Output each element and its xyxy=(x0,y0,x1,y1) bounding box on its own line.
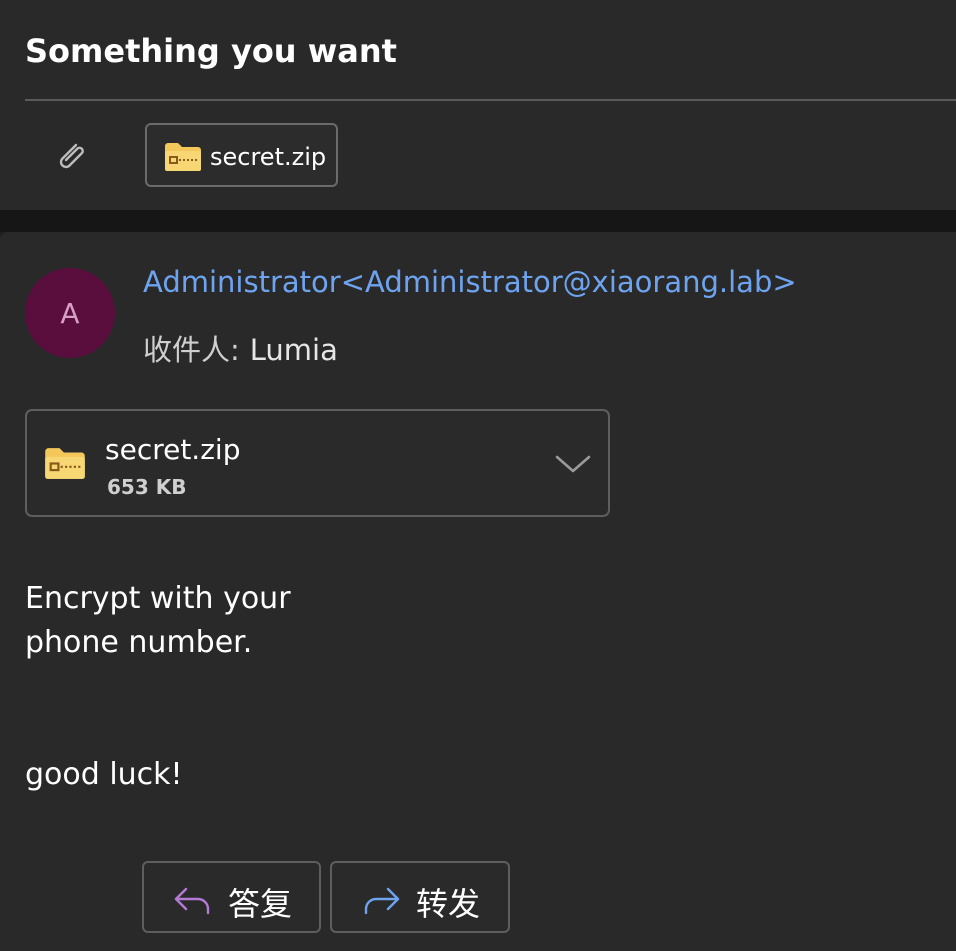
recipient-line: 收件人: Lumia xyxy=(143,327,338,369)
body-text-line: phone number. xyxy=(25,625,253,660)
email-subject: Something you want xyxy=(25,32,397,70)
zip-folder-icon xyxy=(165,143,201,171)
subject-divider xyxy=(25,99,956,101)
message-header: Something you want secret.zip xyxy=(0,0,956,210)
section-gap xyxy=(0,210,956,232)
attachment-chip[interactable]: secret.zip xyxy=(145,123,338,187)
recipient-label: 收件人: xyxy=(143,333,240,367)
attachment-chip-label: secret.zip xyxy=(210,143,327,171)
reply-button[interactable]: 答复 xyxy=(142,861,321,933)
body-text-line: Encrypt with your xyxy=(25,581,291,616)
recipient-name[interactable]: Lumia xyxy=(250,333,338,367)
reply-button-label: 答复 xyxy=(228,885,293,923)
forward-button[interactable]: 转发 xyxy=(330,861,510,933)
chevron-down-icon[interactable] xyxy=(553,449,593,479)
zip-folder-icon xyxy=(45,448,85,479)
attachment-file-name: secret.zip xyxy=(105,433,241,466)
avatar[interactable]: A xyxy=(25,268,115,358)
message-body-pane: A Administrator<Administrator@xiaorang.l… xyxy=(0,232,956,951)
sender-address[interactable]: Administrator<Administrator@xiaorang.lab… xyxy=(143,265,797,299)
forward-arrow-icon xyxy=(364,887,400,915)
attachment-file-size: 653 KB xyxy=(107,475,187,499)
body-text-line: good luck! xyxy=(25,757,183,792)
attachment-card[interactable]: secret.zip 653 KB xyxy=(25,409,610,517)
reply-arrow-icon xyxy=(174,887,210,915)
forward-button-label: 转发 xyxy=(416,885,481,923)
avatar-initial: A xyxy=(60,296,80,330)
paperclip-icon[interactable] xyxy=(52,137,92,177)
